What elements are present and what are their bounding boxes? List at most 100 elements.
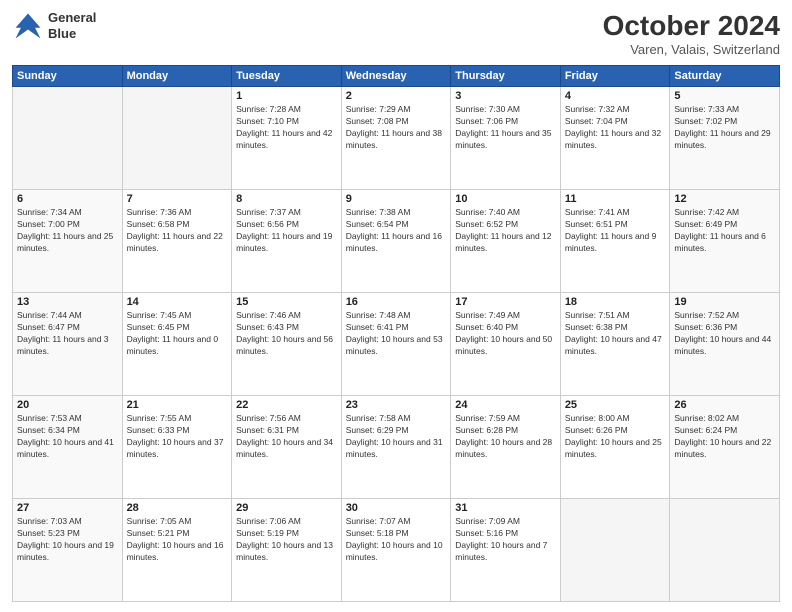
calendar-day-cell: 12 Sunrise: 7:42 AMSunset: 6:49 PMDayligh… [670, 190, 780, 293]
day-info: Sunrise: 7:37 AMSunset: 6:56 PMDaylight:… [236, 207, 337, 255]
day-info: Sunrise: 7:38 AMSunset: 6:54 PMDaylight:… [346, 207, 447, 255]
day-number: 29 [236, 502, 337, 514]
calendar-table: SundayMondayTuesdayWednesdayThursdayFrid… [12, 65, 780, 602]
calendar-day-cell: 30 Sunrise: 7:07 AMSunset: 5:18 PMDayligh… [341, 499, 451, 602]
day-info: Sunrise: 7:28 AMSunset: 7:10 PMDaylight:… [236, 104, 337, 152]
calendar-day-header: Sunday [13, 66, 123, 87]
calendar-day-header: Thursday [451, 66, 561, 87]
calendar-header-row: SundayMondayTuesdayWednesdayThursdayFrid… [13, 66, 780, 87]
header: General Blue October 2024 Varen, Valais,… [12, 10, 780, 57]
day-number: 5 [674, 90, 775, 102]
calendar-day-cell [13, 87, 123, 190]
day-info: Sunrise: 8:02 AMSunset: 6:24 PMDaylight:… [674, 413, 775, 461]
day-info: Sunrise: 7:48 AMSunset: 6:41 PMDaylight:… [346, 310, 447, 358]
calendar-day-cell: 21Sunrise: 7:55 AMSunset: 6:33 PMDayligh… [122, 396, 232, 499]
calendar-day-cell: 13 Sunrise: 7:44 AMSunset: 6:47 PMDayligh… [13, 293, 123, 396]
day-number: 9 [346, 193, 447, 205]
day-number: 15 [236, 296, 337, 308]
day-number: 12 [674, 193, 775, 205]
day-number: 4 [565, 90, 666, 102]
day-info: Sunrise: 7:42 AMSunset: 6:49 PMDaylight:… [674, 207, 775, 255]
day-number: 25 [565, 399, 666, 411]
location: Varen, Valais, Switzerland [603, 42, 780, 57]
calendar-week-row: 6Sunrise: 7:34 AMSunset: 7:00 PMDaylight… [13, 190, 780, 293]
day-info: Sunrise: 7:51 AMSunset: 6:38 PMDaylight:… [565, 310, 666, 358]
day-info: Sunrise: 7:36 AMSunset: 6:58 PMDaylight:… [127, 207, 228, 255]
day-number: 13 [17, 296, 118, 308]
calendar-day-cell: 8 Sunrise: 7:37 AMSunset: 6:56 PMDaylight… [232, 190, 342, 293]
calendar-day-header: Tuesday [232, 66, 342, 87]
day-info: Sunrise: 7:41 AMSunset: 6:51 PMDaylight:… [565, 207, 666, 255]
calendar-day-cell: 16 Sunrise: 7:48 AMSunset: 6:41 PMDayligh… [341, 293, 451, 396]
day-number: 7 [127, 193, 228, 205]
day-info: Sunrise: 7:07 AMSunset: 5:18 PMDaylight:… [346, 516, 447, 564]
calendar-day-cell: 22 Sunrise: 7:56 AMSunset: 6:31 PMDayligh… [232, 396, 342, 499]
calendar-day-cell: 10 Sunrise: 7:40 AMSunset: 6:52 PMDayligh… [451, 190, 561, 293]
day-info: Sunrise: 8:00 AMSunset: 6:26 PMDaylight:… [565, 413, 666, 461]
day-number: 16 [346, 296, 447, 308]
day-info: Sunrise: 7:40 AMSunset: 6:52 PMDaylight:… [455, 207, 556, 255]
day-info: Sunrise: 7:56 AMSunset: 6:31 PMDaylight:… [236, 413, 337, 461]
day-number: 1 [236, 90, 337, 102]
calendar-day-cell: 15 Sunrise: 7:46 AMSunset: 6:43 PMDayligh… [232, 293, 342, 396]
day-number: 18 [565, 296, 666, 308]
calendar-day-cell: 20 Sunrise: 7:53 AMSunset: 6:34 PMDayligh… [13, 396, 123, 499]
logo-icon [12, 10, 44, 42]
calendar-day-cell: 14 Sunrise: 7:45 AMSunset: 6:45 PMDayligh… [122, 293, 232, 396]
day-number: 24 [455, 399, 556, 411]
calendar-day-cell: 6Sunrise: 7:34 AMSunset: 7:00 PMDaylight… [13, 190, 123, 293]
calendar-day-cell: 18 Sunrise: 7:51 AMSunset: 6:38 PMDayligh… [560, 293, 670, 396]
day-info: Sunrise: 7:34 AMSunset: 7:00 PMDaylight:… [17, 207, 118, 255]
calendar-day-cell: 23Sunrise: 7:58 AMSunset: 6:29 PMDayligh… [341, 396, 451, 499]
calendar-day-header: Saturday [670, 66, 780, 87]
logo-line1: General [48, 10, 96, 26]
day-info: Sunrise: 7:49 AMSunset: 6:40 PMDaylight:… [455, 310, 556, 358]
day-number: 22 [236, 399, 337, 411]
calendar-day-cell: 24 Sunrise: 7:59 AMSunset: 6:28 PMDayligh… [451, 396, 561, 499]
day-info: Sunrise: 7:05 AMSunset: 5:21 PMDaylight:… [127, 516, 228, 564]
day-info: Sunrise: 7:58 AMSunset: 6:29 PMDaylight:… [346, 413, 447, 461]
calendar-day-cell: 11 Sunrise: 7:41 AMSunset: 6:51 PMDayligh… [560, 190, 670, 293]
page: General Blue October 2024 Varen, Valais,… [0, 0, 792, 612]
calendar-day-cell: 9 Sunrise: 7:38 AMSunset: 6:54 PMDaylight… [341, 190, 451, 293]
day-info: Sunrise: 7:03 AMSunset: 5:23 PMDaylight:… [17, 516, 118, 564]
calendar-day-cell: 31Sunrise: 7:09 AMSunset: 5:16 PMDayligh… [451, 499, 561, 602]
calendar-day-cell [560, 499, 670, 602]
day-number: 30 [346, 502, 447, 514]
calendar-day-cell: 29Sunrise: 7:06 AMSunset: 5:19 PMDayligh… [232, 499, 342, 602]
day-number: 19 [674, 296, 775, 308]
calendar-week-row: 1 Sunrise: 7:28 AMSunset: 7:10 PMDaylight… [13, 87, 780, 190]
day-number: 28 [127, 502, 228, 514]
day-info: Sunrise: 7:55 AMSunset: 6:33 PMDaylight:… [127, 413, 228, 461]
day-number: 14 [127, 296, 228, 308]
calendar-day-header: Friday [560, 66, 670, 87]
calendar-day-cell: 1 Sunrise: 7:28 AMSunset: 7:10 PMDaylight… [232, 87, 342, 190]
day-info: Sunrise: 7:44 AMSunset: 6:47 PMDaylight:… [17, 310, 118, 358]
calendar-day-cell: 5 Sunrise: 7:33 AMSunset: 7:02 PMDaylight… [670, 87, 780, 190]
day-info: Sunrise: 7:59 AMSunset: 6:28 PMDaylight:… [455, 413, 556, 461]
calendar-week-row: 20 Sunrise: 7:53 AMSunset: 6:34 PMDayligh… [13, 396, 780, 499]
day-info: Sunrise: 7:53 AMSunset: 6:34 PMDaylight:… [17, 413, 118, 461]
calendar-day-header: Monday [122, 66, 232, 87]
day-number: 27 [17, 502, 118, 514]
calendar-week-row: 27 Sunrise: 7:03 AMSunset: 5:23 PMDayligh… [13, 499, 780, 602]
calendar-day-cell: 26 Sunrise: 8:02 AMSunset: 6:24 PMDayligh… [670, 396, 780, 499]
calendar-day-cell: 3Sunrise: 7:30 AMSunset: 7:06 PMDaylight… [451, 87, 561, 190]
calendar-day-cell: 17 Sunrise: 7:49 AMSunset: 6:40 PMDayligh… [451, 293, 561, 396]
calendar-day-cell: 28 Sunrise: 7:05 AMSunset: 5:21 PMDayligh… [122, 499, 232, 602]
day-info: Sunrise: 7:45 AMSunset: 6:45 PMDaylight:… [127, 310, 228, 358]
calendar-week-row: 13 Sunrise: 7:44 AMSunset: 6:47 PMDayligh… [13, 293, 780, 396]
day-number: 20 [17, 399, 118, 411]
day-info: Sunrise: 7:52 AMSunset: 6:36 PMDaylight:… [674, 310, 775, 358]
day-number: 26 [674, 399, 775, 411]
day-number: 3 [455, 90, 556, 102]
calendar-day-cell: 4 Sunrise: 7:32 AMSunset: 7:04 PMDaylight… [560, 87, 670, 190]
day-info: Sunrise: 7:33 AMSunset: 7:02 PMDaylight:… [674, 104, 775, 152]
day-number: 8 [236, 193, 337, 205]
day-number: 10 [455, 193, 556, 205]
day-number: 11 [565, 193, 666, 205]
day-info: Sunrise: 7:46 AMSunset: 6:43 PMDaylight:… [236, 310, 337, 358]
month-title: October 2024 [603, 10, 780, 42]
day-info: Sunrise: 7:32 AMSunset: 7:04 PMDaylight:… [565, 104, 666, 152]
day-number: 17 [455, 296, 556, 308]
